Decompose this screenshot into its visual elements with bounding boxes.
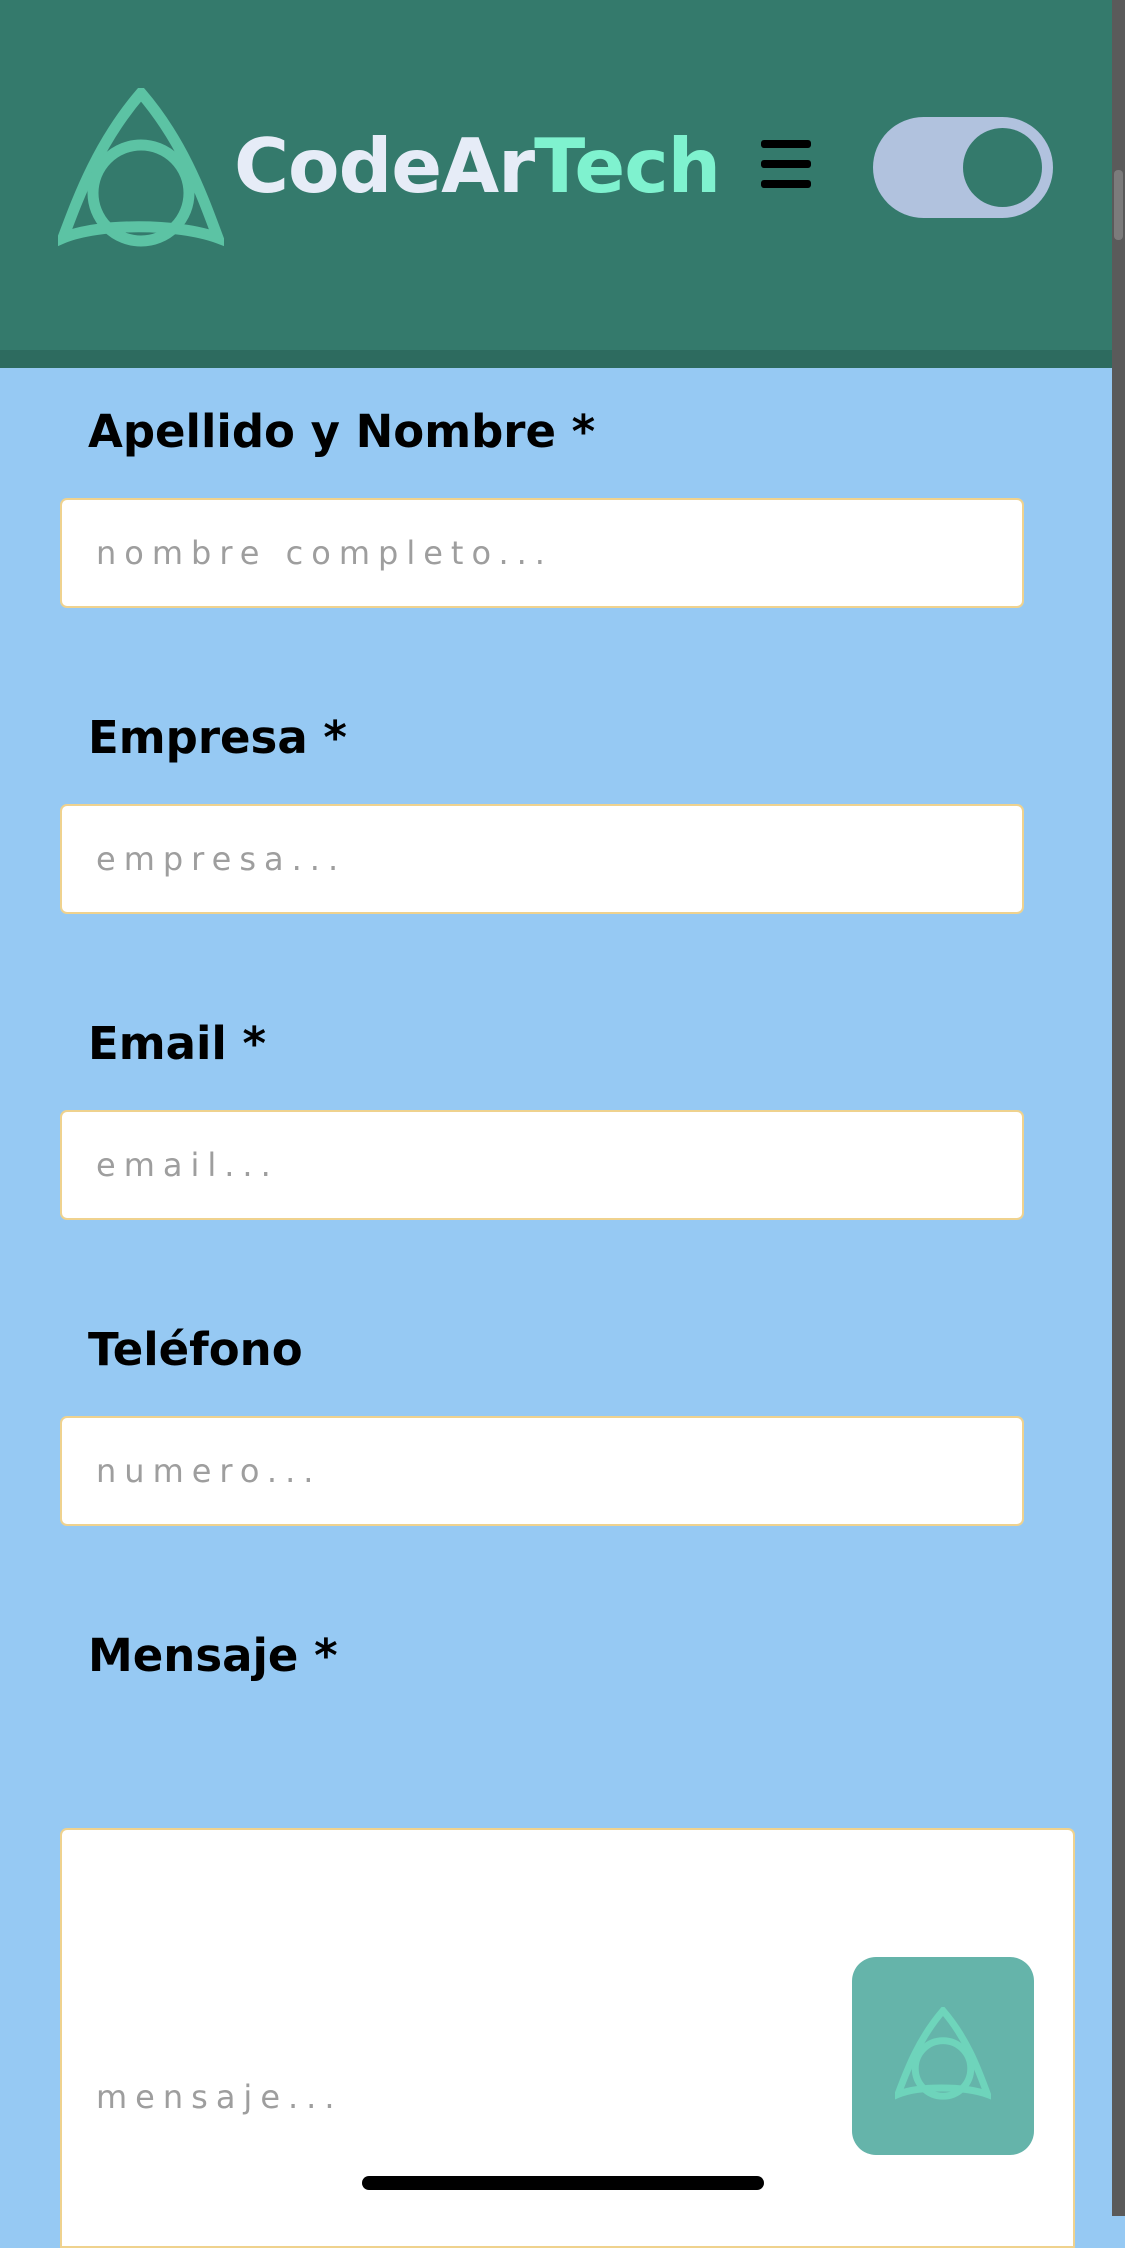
toggle-knob — [963, 128, 1042, 207]
email-input[interactable] — [60, 1110, 1024, 1220]
phone-label: Teléfono — [88, 1323, 303, 1376]
triquetra-knot-icon — [895, 2007, 991, 2100]
hamburger-menu-icon[interactable] — [758, 138, 814, 190]
home-indicator[interactable] — [362, 2176, 764, 2190]
company-input[interactable] — [60, 804, 1024, 914]
message-placeholder: mensaje... — [96, 2078, 343, 2116]
scrollbar-thumb[interactable] — [1114, 170, 1123, 240]
brand-name[interactable]: CodeArTech — [234, 118, 721, 214]
email-label: Email * — [88, 1017, 267, 1070]
phone-input[interactable] — [60, 1416, 1024, 1526]
top-header: CodeArTech — [0, 0, 1112, 368]
full-name-label: Apellido y Nombre * — [88, 405, 596, 458]
full-name-input[interactable] — [60, 498, 1024, 608]
brand-name-part1: CodeAr — [234, 122, 535, 210]
company-label: Empresa * — [88, 711, 347, 764]
brand-name-part2: Tech — [534, 122, 721, 210]
scrollbar[interactable] — [1112, 0, 1125, 2216]
message-label: Mensaje * — [88, 1629, 338, 1682]
triquetra-knot-icon[interactable] — [58, 88, 224, 248]
floating-action-button[interactable] — [852, 1957, 1034, 2155]
theme-toggle[interactable] — [873, 117, 1053, 218]
